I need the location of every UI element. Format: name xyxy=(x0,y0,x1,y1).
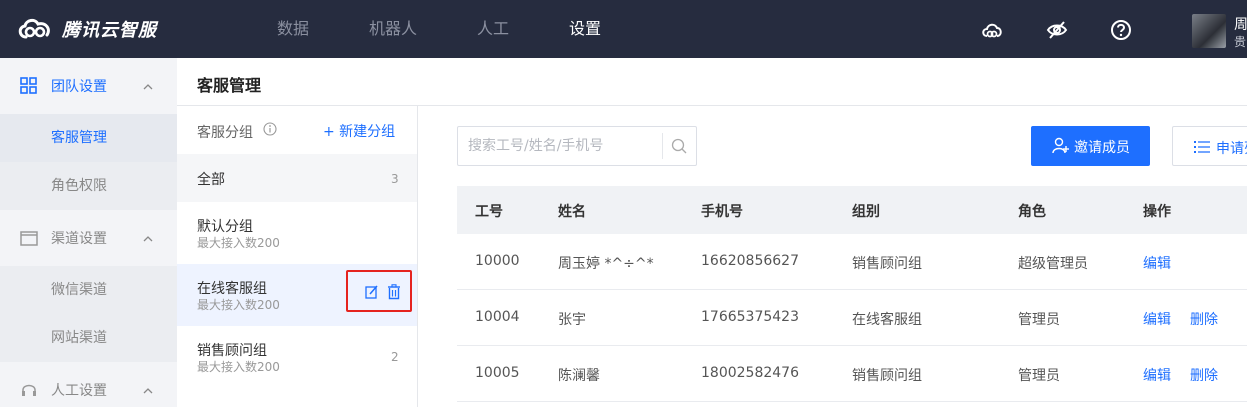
cell-phone: 17665375423 xyxy=(701,309,799,325)
sidebar-section-channel[interactable]: 渠道设置 xyxy=(0,210,177,266)
help-icon[interactable] xyxy=(1110,19,1132,41)
edit-icon[interactable] xyxy=(365,284,379,300)
group-capacity: 最大接入数200 xyxy=(197,236,280,250)
column-header-role: 角色 xyxy=(1018,204,1046,220)
sidebar-section-label: 渠道设置 xyxy=(51,231,107,247)
sidebar-item-website-channel[interactable]: 网站渠道 xyxy=(0,314,177,362)
cell-name: 张宇 xyxy=(558,312,586,328)
table-row: 10005 陈澜馨 18002582476 销售顾问组 管理员 编辑 删除 xyxy=(457,346,1247,402)
cell-id: 10005 xyxy=(475,365,520,381)
sidebar-item-wechat-channel[interactable]: 微信渠道 xyxy=(0,266,177,314)
search-box xyxy=(457,126,697,166)
group-name: 默认分组 xyxy=(197,219,253,235)
group-item-default[interactable]: 默认分组 最大接入数200 xyxy=(177,202,417,264)
group-panel-header: 客服分组 + 新建分组 xyxy=(177,106,417,154)
table-row: 10000 周玉婷 *^÷^* 16620856627 销售顾问组 超级管理员 … xyxy=(457,234,1247,290)
cell-group: 销售顾问组 xyxy=(852,256,922,272)
column-header-name: 姓名 xyxy=(558,204,586,220)
cell-name: 陈澜馨 xyxy=(558,368,600,384)
table-header: 工号 姓名 手机号 组别 角色 操作 xyxy=(457,186,1247,234)
edit-link[interactable]: 编辑 xyxy=(1143,365,1171,385)
apply-list-button[interactable]: 申请列表 xyxy=(1172,126,1247,166)
edit-link[interactable]: 编辑 xyxy=(1143,309,1171,329)
eye-off-icon[interactable] xyxy=(1046,19,1068,41)
headset-icon xyxy=(22,384,36,396)
apply-list-label: 申请列表 xyxy=(1216,141,1247,157)
delete-link[interactable]: 删除 xyxy=(1190,365,1218,385)
page-title: 客服管理 xyxy=(197,76,262,95)
group-header-label: 客服分组 xyxy=(197,125,253,141)
cloud-link-icon[interactable] xyxy=(981,19,1003,41)
trash-icon[interactable] xyxy=(387,284,401,300)
search-icon[interactable] xyxy=(671,138,687,154)
group-capacity: 最大接入数200 xyxy=(197,360,280,374)
cell-role: 管理员 xyxy=(1018,312,1060,328)
delete-link[interactable]: 删除 xyxy=(1190,309,1218,329)
user-role: 贵 xyxy=(1234,35,1247,49)
sidebar-section-manual[interactable]: 人工设置 xyxy=(0,362,177,418)
column-header-group: 组别 xyxy=(852,204,880,220)
cell-group: 销售顾问组 xyxy=(852,368,922,384)
group-item-sales[interactable]: 销售顾问组 最大接入数200 2 xyxy=(177,326,417,388)
group-panel: 客服分组 + 新建分组 全部 3 默认分组 最大接入数200 在线客服组 最大接… xyxy=(177,106,418,407)
group-count: 2 xyxy=(391,350,399,364)
new-group-button[interactable]: + 新建分组 xyxy=(323,121,395,141)
group-name: 全部 xyxy=(197,172,225,188)
nav-settings[interactable]: 设置 xyxy=(569,0,601,58)
column-header-id: 工号 xyxy=(475,204,503,220)
top-bar: 腾讯云智服 数据 机器人 人工 设置 周 贵 xyxy=(0,0,1247,58)
table-row: 10004 张宇 17665375423 在线客服组 管理员 编辑 删除 xyxy=(457,290,1247,346)
group-name: 在线客服组 xyxy=(197,281,267,297)
edit-link[interactable]: 编辑 xyxy=(1143,253,1171,273)
nav-manual[interactable]: 人工 xyxy=(477,0,509,58)
invite-member-label: 邀请成员 xyxy=(1074,140,1130,156)
cell-group: 在线客服组 xyxy=(852,312,922,328)
search-input[interactable] xyxy=(458,127,662,165)
cell-role: 超级管理员 xyxy=(1018,256,1088,272)
cell-phone: 16620856627 xyxy=(701,253,799,269)
cell-id: 10004 xyxy=(475,309,520,325)
sidebar-section-label: 人工设置 xyxy=(51,383,107,399)
cloud-logo-icon xyxy=(18,18,50,39)
page-header: 客服管理 xyxy=(177,58,1247,106)
nav-robot[interactable]: 机器人 xyxy=(369,0,417,58)
chevron-up-icon xyxy=(143,84,153,90)
sidebar: 团队设置 客服管理 角色权限 渠道设置 微信渠道 网站渠道 人工设置 xyxy=(0,58,177,407)
nav-data[interactable]: 数据 xyxy=(277,0,309,58)
column-header-phone: 手机号 xyxy=(701,204,743,220)
info-icon[interactable] xyxy=(263,122,277,136)
sidebar-item-agent-management[interactable]: 客服管理 xyxy=(0,114,177,162)
group-capacity: 最大接入数200 xyxy=(197,298,280,312)
group-item-all[interactable]: 全部 3 xyxy=(177,154,417,202)
user-name[interactable]: 周 xyxy=(1234,14,1247,34)
group-name: 销售顾问组 xyxy=(197,343,267,359)
chevron-up-icon xyxy=(143,388,153,394)
sidebar-section-label: 团队设置 xyxy=(51,79,107,95)
group-actions-highlight xyxy=(346,270,412,312)
sidebar-item-role-permissions[interactable]: 角色权限 xyxy=(0,162,177,210)
logo[interactable]: 腾讯云智服 xyxy=(16,15,157,43)
sidebar-section-team[interactable]: 团队设置 xyxy=(0,58,177,114)
avatar[interactable] xyxy=(1192,14,1226,48)
search-divider xyxy=(662,133,663,159)
cell-phone: 18002582476 xyxy=(701,365,799,381)
grid-icon xyxy=(20,77,37,94)
cell-id: 10000 xyxy=(475,253,520,269)
cell-role: 管理员 xyxy=(1018,368,1060,384)
window-icon xyxy=(20,231,38,246)
list-icon xyxy=(1194,141,1210,153)
invite-member-button[interactable]: 邀请成员 xyxy=(1031,126,1150,166)
column-header-actions: 操作 xyxy=(1143,204,1171,220)
chevron-up-icon xyxy=(143,236,153,242)
group-count: 3 xyxy=(391,172,399,186)
app-name: 腾讯云智服 xyxy=(62,20,157,41)
add-user-icon xyxy=(1052,137,1069,154)
cell-name: 周玉婷 *^÷^* xyxy=(558,256,654,272)
